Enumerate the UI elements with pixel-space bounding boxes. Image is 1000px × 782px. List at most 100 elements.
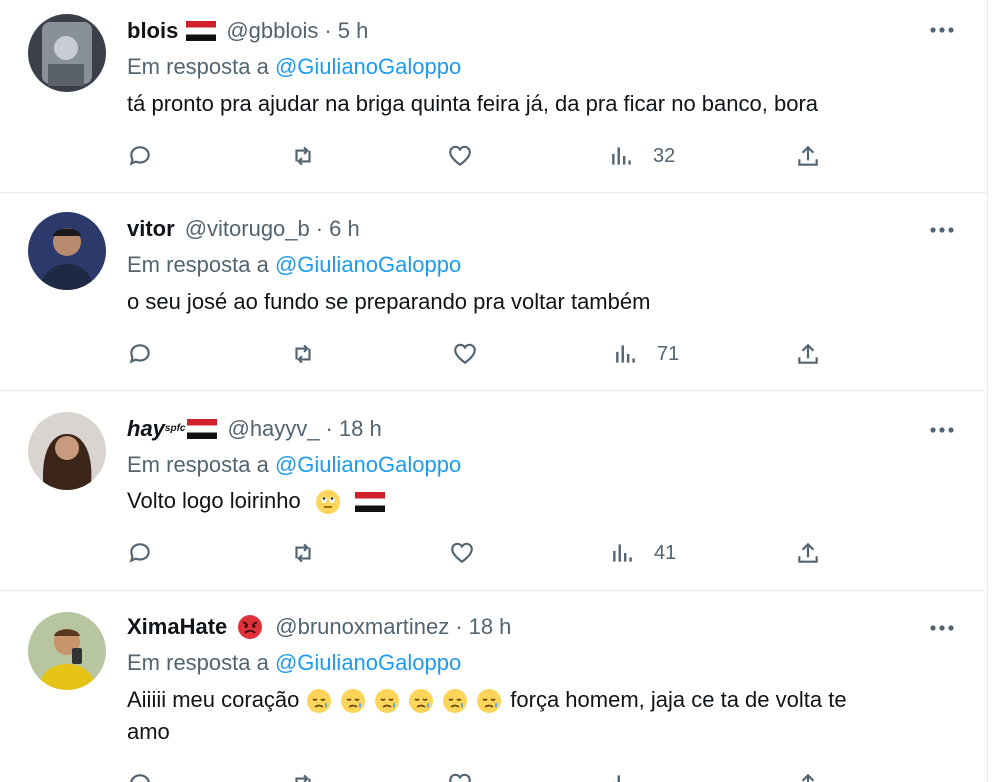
display-name[interactable]: hay bbox=[127, 414, 165, 444]
reply-button[interactable] bbox=[127, 537, 153, 569]
flag-icon bbox=[354, 492, 385, 513]
display-name[interactable]: blois bbox=[127, 16, 178, 46]
tweet-text: Aiiiii meu coração bbox=[127, 687, 300, 712]
like-icon bbox=[451, 542, 473, 563]
avatar[interactable] bbox=[28, 612, 106, 690]
user-handle[interactable]: @brunoxmartinez bbox=[275, 612, 449, 642]
flag-icon bbox=[186, 21, 217, 41]
retweet-icon bbox=[295, 146, 311, 166]
share-icon bbox=[798, 343, 818, 364]
tweet-header: XimaHate @brunoxmartinez · 18 h bbox=[127, 612, 511, 642]
more-icon[interactable] bbox=[928, 20, 956, 40]
reply-context: Em resposta a @GiulianoGaloppo bbox=[127, 250, 461, 280]
avatar[interactable] bbox=[28, 14, 106, 92]
like-button[interactable] bbox=[447, 768, 473, 782]
sad-tear-emoji bbox=[408, 689, 433, 714]
name-superscript: spfc bbox=[164, 423, 186, 434]
views-icon bbox=[613, 544, 632, 562]
views-button[interactable]: 32 bbox=[609, 140, 675, 172]
mention-link[interactable]: @GiulianoGaloppo bbox=[275, 252, 461, 277]
sad-tear-emoji bbox=[374, 689, 399, 714]
retweet-button[interactable] bbox=[290, 537, 316, 569]
retweet-icon bbox=[295, 774, 311, 782]
sad-tear-emoji bbox=[306, 689, 331, 714]
reply-prefix: Em resposta a bbox=[127, 452, 269, 477]
retweet-icon bbox=[295, 543, 311, 563]
avatar[interactable] bbox=[28, 212, 106, 290]
user-handle[interactable]: @hayyv_ bbox=[227, 414, 319, 444]
reply-button[interactable] bbox=[127, 140, 153, 172]
reply-context: Em resposta a @GiulianoGaloppo bbox=[127, 450, 461, 480]
reply-context: Em resposta a @GiulianoGaloppo bbox=[127, 648, 461, 678]
display-name[interactable]: vitor bbox=[127, 214, 175, 244]
mention-link[interactable]: @GiulianoGaloppo bbox=[275, 650, 461, 675]
views-button[interactable]: 41 bbox=[610, 537, 676, 569]
tweet[interactable]: blois @gbblois · 5 h Em resposta a @Giul… bbox=[0, 0, 987, 193]
sad-tear-emoji bbox=[477, 689, 502, 714]
more-icon[interactable] bbox=[928, 618, 956, 638]
like-button[interactable] bbox=[449, 537, 475, 569]
share-button[interactable] bbox=[795, 140, 821, 172]
share-button[interactable] bbox=[795, 768, 821, 782]
action-bar: 71 bbox=[127, 338, 827, 370]
sad-tear-emoji bbox=[340, 689, 365, 714]
tweet[interactable]: XimaHate @brunoxmartinez · 18 h Em respo… bbox=[0, 590, 987, 782]
share-icon bbox=[801, 773, 815, 782]
reply-icon bbox=[130, 774, 150, 782]
views-icon bbox=[612, 775, 620, 782]
retweet-button[interactable] bbox=[290, 338, 316, 370]
timestamp[interactable]: 18 h bbox=[469, 612, 512, 642]
reply-button[interactable] bbox=[127, 768, 153, 782]
share-button[interactable] bbox=[795, 338, 821, 370]
more-icon[interactable] bbox=[928, 420, 956, 440]
like-button[interactable] bbox=[447, 140, 473, 172]
tweet-text: Volto logo loirinho bbox=[127, 488, 301, 513]
action-bar bbox=[127, 768, 827, 782]
avatar[interactable] bbox=[28, 412, 106, 490]
views-button[interactable]: 71 bbox=[613, 338, 679, 370]
mention-link[interactable]: @GiulianoGaloppo bbox=[275, 452, 461, 477]
tweet-text-container: Aiiiii meu coração força homem, jaja ce … bbox=[127, 684, 947, 748]
tweet-text-container: Volto logo loirinho bbox=[127, 485, 947, 517]
views-button[interactable] bbox=[609, 768, 635, 782]
action-bar: 32 bbox=[127, 140, 827, 172]
share-button[interactable] bbox=[795, 537, 821, 569]
like-icon bbox=[454, 343, 476, 364]
reply-button[interactable] bbox=[127, 338, 153, 370]
tweet-header: vitor @vitorugo_b · 6 h bbox=[127, 214, 360, 244]
tweet[interactable]: hay spfc @hayyv_ · 18 h Em resposta a @G… bbox=[0, 390, 987, 591]
reply-prefix: Em resposta a bbox=[127, 252, 269, 277]
like-button[interactable] bbox=[452, 338, 478, 370]
retweet-icon bbox=[295, 344, 311, 364]
display-name[interactable]: XimaHate bbox=[127, 612, 227, 642]
reply-prefix: Em resposta a bbox=[127, 650, 269, 675]
separator-dot: · bbox=[325, 416, 333, 441]
user-handle[interactable]: @gbblois bbox=[226, 16, 318, 46]
views-count: 32 bbox=[653, 144, 676, 167]
timestamp[interactable]: 6 h bbox=[329, 214, 360, 244]
share-icon bbox=[798, 542, 818, 563]
tweet[interactable]: vitor @vitorugo_b · 6 h Em resposta a @G… bbox=[0, 192, 987, 391]
separator-dot: · bbox=[455, 614, 463, 639]
angry-face-emoji bbox=[238, 615, 263, 639]
sad-tear-emoji bbox=[443, 689, 468, 714]
tweet-header: blois @gbblois · 5 h bbox=[127, 16, 368, 46]
tweet-text: tá pronto pra ajudar na briga quinta fei… bbox=[127, 91, 819, 116]
flag-icon bbox=[187, 419, 218, 439]
timestamp[interactable]: 18 h bbox=[339, 414, 382, 444]
action-bar: 41 bbox=[127, 537, 827, 569]
user-handle[interactable]: @vitorugo_b bbox=[185, 214, 310, 244]
separator-dot: · bbox=[315, 216, 324, 241]
tweet-text-continued: força homem, jaja ce ta de volta te bbox=[510, 687, 847, 712]
share-icon bbox=[798, 145, 818, 166]
reply-context: Em resposta a @GiulianoGaloppo bbox=[127, 52, 461, 82]
views-icon bbox=[612, 147, 631, 165]
reply-prefix: Em resposta a bbox=[127, 54, 269, 79]
sad-emoji-row bbox=[306, 687, 511, 714]
retweet-button[interactable] bbox=[290, 768, 316, 782]
retweet-button[interactable] bbox=[290, 140, 316, 172]
tweet-text-line2: amo bbox=[127, 719, 170, 744]
mention-link[interactable]: @GiulianoGaloppo bbox=[275, 54, 461, 79]
timestamp[interactable]: 5 h bbox=[338, 16, 369, 46]
more-icon[interactable] bbox=[928, 220, 956, 240]
